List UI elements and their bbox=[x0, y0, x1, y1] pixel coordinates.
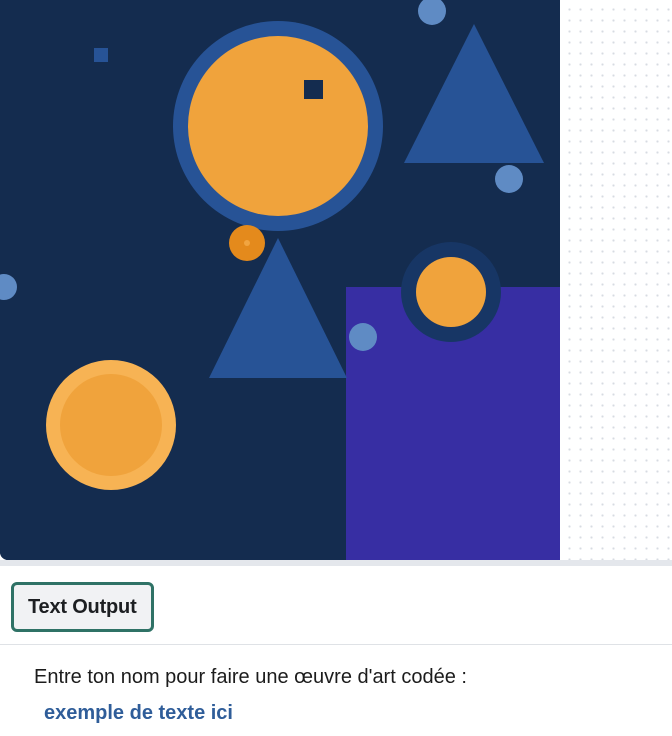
small-orange-center bbox=[244, 240, 250, 246]
art-svg bbox=[0, 0, 560, 560]
dotted-background bbox=[560, 0, 672, 560]
large-orange-circle bbox=[188, 36, 368, 216]
art-canvas bbox=[0, 0, 560, 560]
example-text-link[interactable]: exemple de texte ici bbox=[44, 701, 233, 725]
output-tab-bar: Text Output bbox=[0, 566, 672, 645]
generated-art-area bbox=[0, 0, 672, 560]
name-prompt-text: Entre ton nom pour faire une œuvre d'art… bbox=[34, 666, 467, 688]
app-window: Text Output Entre ton nom pour faire une… bbox=[0, 0, 672, 736]
tab-text-output[interactable]: Text Output bbox=[11, 582, 154, 632]
small-navy-square bbox=[304, 80, 323, 99]
light-blue-dot-center bbox=[349, 323, 377, 351]
text-output-panel: Entre ton nom pour faire une œuvre d'art… bbox=[0, 645, 672, 736]
small-blue-square bbox=[94, 48, 108, 62]
medium-orange-circle bbox=[416, 257, 486, 327]
light-blue-dot-right bbox=[495, 165, 523, 193]
bottom-orange-circle bbox=[60, 374, 162, 476]
